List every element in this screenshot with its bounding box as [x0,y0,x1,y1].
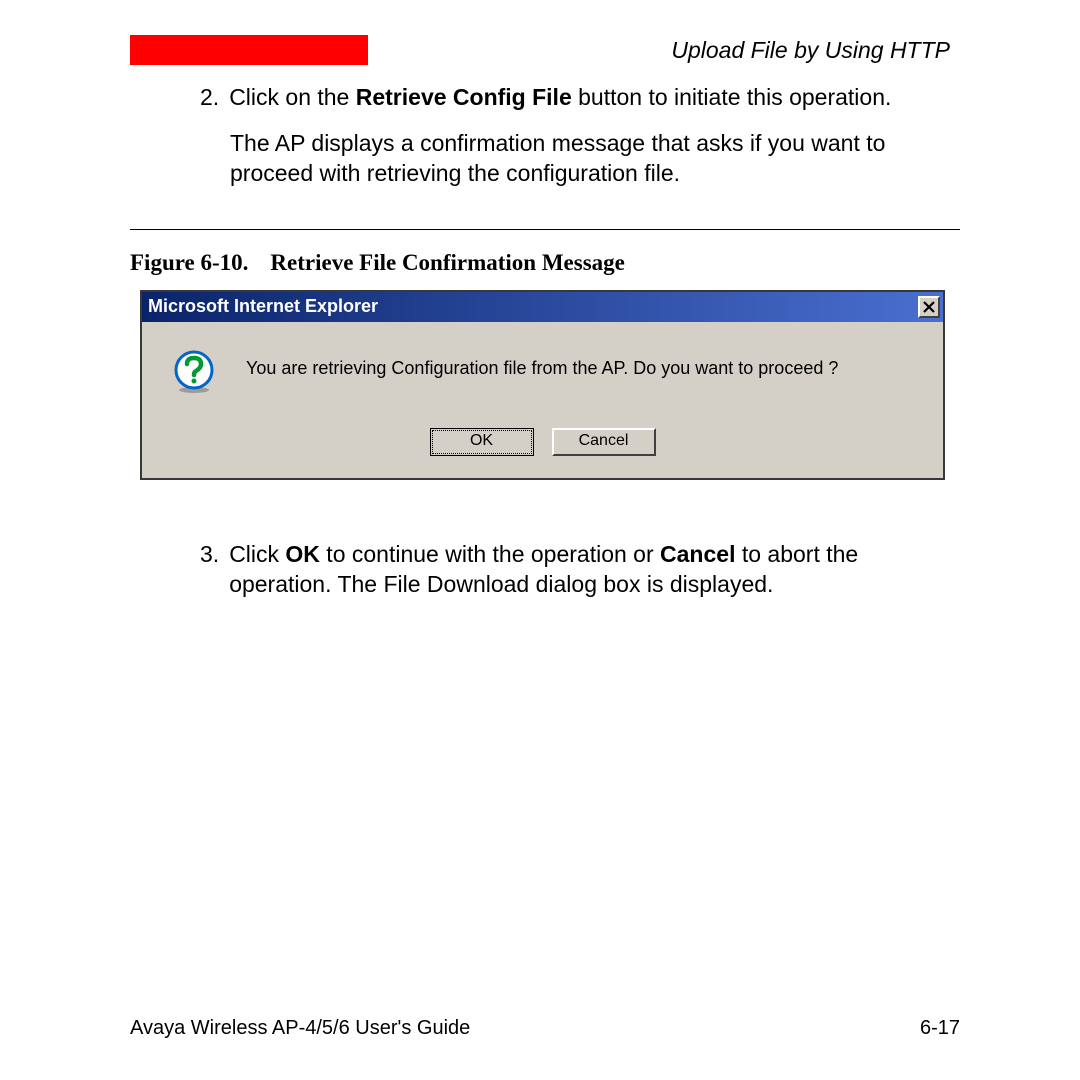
cancel-button[interactable]: Cancel [552,428,656,456]
step-text: Click OK to continue with the operation … [229,540,960,600]
dialog-message: You are retrieving Configuration file fr… [246,350,838,379]
dialog-screenshot: Microsoft Internet Explorer Y [140,290,960,480]
cancel-label: Cancel [660,541,735,567]
ie-dialog: Microsoft Internet Explorer Y [140,290,945,480]
ok-button[interactable]: OK [430,428,534,456]
page-footer: Avaya Wireless AP-4/5/6 User's Guide 6-1… [130,1017,960,1040]
dialog-titlebar: Microsoft Internet Explorer [142,292,943,322]
button-name: Retrieve Config File [356,84,572,110]
question-icon [172,350,216,394]
dialog-body: You are retrieving Configuration file fr… [142,322,943,478]
dialog-title: Microsoft Internet Explorer [148,296,918,317]
close-icon[interactable] [918,296,940,318]
step-3: 3. Click OK to continue with the operati… [200,540,960,600]
divider [130,229,960,230]
footer-guide: Avaya Wireless AP-4/5/6 User's Guide [130,1017,470,1040]
step-number: 3. [200,540,219,600]
text-segment: button to initiate this operation. [572,84,892,110]
figure-title: Retrieve File Confirmation Message [270,250,624,275]
footer-page: 6-17 [920,1017,960,1040]
figure-caption: Figure 6-10. Retrieve File Confirmation M… [130,250,960,276]
step-2-paragraph: The AP displays a confirmation message t… [230,129,960,189]
page-header: Upload File by Using HTTP [130,35,960,65]
ok-label: OK [285,541,320,567]
text-segment: Click [229,541,285,567]
text-segment: Click on the [229,84,356,110]
dialog-content-row: You are retrieving Configuration file fr… [162,350,923,394]
red-header-block [130,35,368,65]
step-text: Click on the Retrieve Config File button… [229,83,960,113]
section-title: Upload File by Using HTTP [671,37,950,64]
figure-label: Figure 6-10. [130,250,248,275]
step-number: 2. [200,83,219,113]
ok-button-label: OK [432,430,532,454]
x-icon [923,301,935,313]
text-segment: to continue with the operation or [320,541,660,567]
step-2: 2. Click on the Retrieve Config File but… [200,83,960,113]
dialog-button-row: OK Cancel [162,428,923,456]
